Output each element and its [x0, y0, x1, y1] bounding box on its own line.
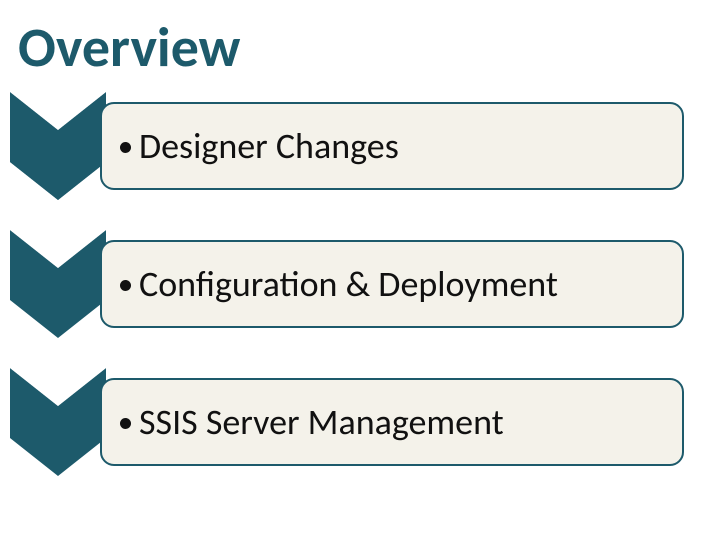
bullet-line: SSIS Server Management — [120, 400, 504, 444]
bullet-icon — [120, 142, 131, 153]
item-label: Configuration & Deployment — [139, 262, 558, 306]
bullet-line: Configuration & Deployment — [120, 262, 558, 306]
list-item: Designer Changes — [10, 92, 710, 200]
bullet-icon — [120, 280, 131, 291]
chevron-down-icon — [10, 368, 106, 476]
item-label: SSIS Server Management — [139, 400, 504, 444]
bullet-line: Designer Changes — [120, 124, 399, 168]
overview-list: Designer Changes Configuration & Deploym… — [10, 92, 710, 506]
item-box: Configuration & Deployment — [100, 240, 684, 328]
page-title: Overview — [18, 14, 240, 82]
list-item: Configuration & Deployment — [10, 230, 710, 338]
slide: Overview Designer Changes — [0, 0, 720, 540]
item-box: SSIS Server Management — [100, 378, 684, 466]
list-item: SSIS Server Management — [10, 368, 710, 476]
chevron-down-icon — [10, 230, 106, 338]
bullet-icon — [120, 418, 131, 429]
item-label: Designer Changes — [139, 124, 399, 168]
item-box: Designer Changes — [100, 102, 684, 190]
chevron-down-icon — [10, 92, 106, 200]
